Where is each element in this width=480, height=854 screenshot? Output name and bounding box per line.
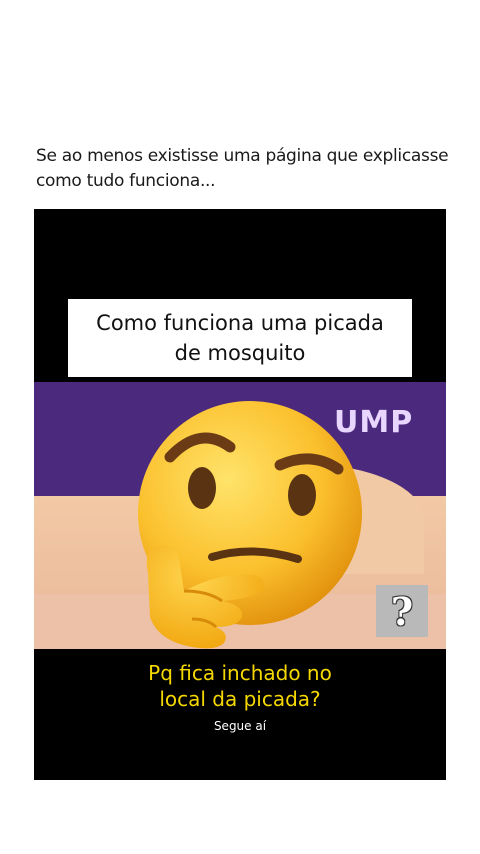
- post-media[interactable]: UMP Como funciona uma picada de mosquito: [34, 209, 446, 780]
- caption-line-2: como tudo funciona...: [36, 171, 216, 191]
- subtitle-line-2: local da picada?: [159, 687, 321, 711]
- subtitle-line-1: Pq fica inchado no: [148, 661, 332, 685]
- post-caption: Se ao menos existisse uma página que exp…: [36, 144, 456, 194]
- media-title: Como funciona uma picada de mosquito: [86, 308, 394, 368]
- title-box: Como funciona uma picada de mosquito: [68, 299, 412, 377]
- segue-label: Segue aí: [213, 719, 267, 733]
- thinking-face-emoji-icon: [138, 401, 362, 649]
- question-mark-box: ?: [376, 585, 428, 637]
- title-line-2: de mosquito: [174, 341, 306, 365]
- media-subtitle: Pq fica inchado no local da picada?: [34, 660, 446, 712]
- title-line-1: Como funciona uma picada: [96, 311, 384, 335]
- question-mark-icon: ?: [390, 588, 414, 634]
- caption-line-1: Se ao menos existisse uma página que exp…: [36, 146, 449, 166]
